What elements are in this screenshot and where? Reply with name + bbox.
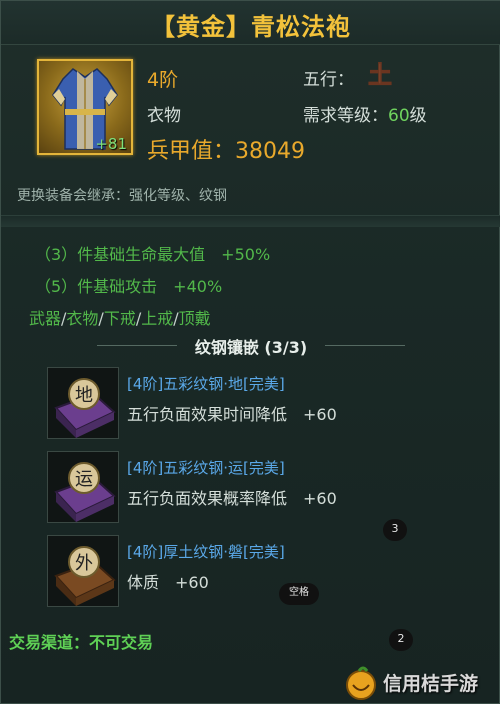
overlay-badge-3[interactable]: 3 <box>383 519 407 541</box>
req-level-value: 60 <box>388 106 410 126</box>
space-key-hint[interactable]: 空格 <box>279 583 319 605</box>
robe-icon[interactable]: +81 <box>37 59 133 155</box>
required-level: 需求等级：60级 <box>303 101 427 126</box>
item-tier: 4阶 <box>147 69 179 91</box>
gem-effect: 五行负面效果时间降低 +60 <box>127 405 337 424</box>
trade-channel: 交易渠道：不可交易 <box>9 633 154 652</box>
svg-text:地: 地 <box>75 385 93 406</box>
gem-effect: 五行负面效果概率降低 +60 <box>127 489 337 508</box>
watermark-logo-icon <box>346 666 376 700</box>
gem-name: [4阶]五彩纹钢·运[完美] <box>127 459 285 477</box>
set-bonus: （3）件基础生命最大值 +50% <box>35 245 271 264</box>
svg-text:运: 运 <box>75 469 93 490</box>
gem-section-title: 纹钢镶嵌 (3/3) <box>194 338 308 357</box>
earth-element-icon: 土 <box>368 60 393 89</box>
inherit-note: 更换装备会继承：强化等级、纹钢 <box>17 188 227 204</box>
req-level-label: 需求等级： <box>303 106 388 126</box>
element-label: 五行： <box>303 70 354 90</box>
armor-value: 兵甲值：38049 <box>147 139 305 164</box>
gem-section-header: 纹钢镶嵌 (3/3) <box>1 331 500 361</box>
set-piece: 下戒 <box>103 309 136 328</box>
item-slot: 衣物 <box>147 106 181 126</box>
gem-slot[interactable]: 外 [4阶]厚土纹钢·磐[完美] 体质 +60 <box>47 535 467 607</box>
overlay-badge-2[interactable]: 2 <box>389 629 413 651</box>
item-title: 【黄金】青松法袍 <box>151 13 351 41</box>
req-level-suffix: 级 <box>409 106 427 126</box>
gem-name: [4阶]五彩纹钢·地[完美] <box>127 375 285 393</box>
gem-icon[interactable]: 外 <box>47 535 119 607</box>
gem-slot[interactable]: 地 [4阶]五彩纹钢·地[完美] 五行负面效果时间降低 +60 <box>47 367 467 439</box>
set-pieces: 武器/衣物/下戒/上戒/顶戴 <box>29 309 211 328</box>
gem-name: [4阶]厚土纹钢·磐[完美] <box>127 543 285 561</box>
set-piece: 顶戴 <box>178 309 211 328</box>
gem-icon[interactable]: 运 <box>47 451 119 523</box>
section-divider <box>1 215 500 227</box>
title-bar: 【黄金】青松法袍 <box>1 1 500 45</box>
set-piece: 衣物 <box>66 309 99 328</box>
set-piece: 武器 <box>29 309 62 328</box>
set-piece: 上戒 <box>141 309 174 328</box>
item-header: +81 4阶 衣物 兵甲值：38049 五行： 土 需求等级：60级 <box>1 45 500 195</box>
svg-text:土: 土 <box>368 60 392 89</box>
set-bonus: （5）件基础攻击 +40% <box>35 277 223 296</box>
gem-icon[interactable]: 地 <box>47 367 119 439</box>
watermark: 信用桔手游 <box>343 663 500 703</box>
enhance-level: +81 <box>95 135 127 153</box>
gem-slot[interactable]: 运 [4阶]五彩纹钢·运[完美] 五行负面效果概率降低 +60 <box>47 451 467 523</box>
watermark-text: 信用桔手游 <box>383 673 479 695</box>
item-tooltip-panel: 【黄金】青松法袍 +81 4阶 衣物 兵甲值：38049 五行： 土 需求等级：… <box>0 0 500 704</box>
gem-effect: 体质 +60 <box>127 573 209 592</box>
svg-text:外: 外 <box>75 553 93 574</box>
